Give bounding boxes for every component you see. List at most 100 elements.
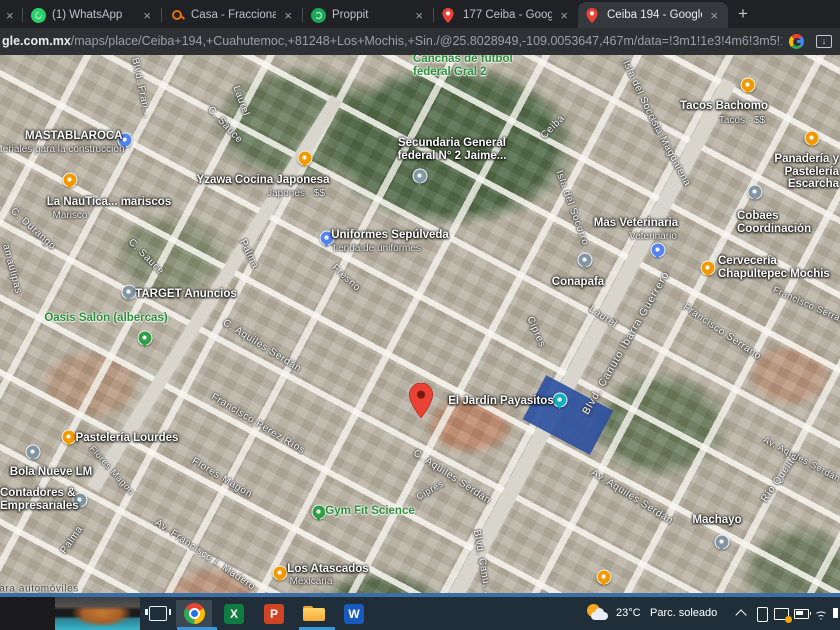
google-g-icon[interactable] (789, 34, 804, 49)
task-view-icon (149, 606, 167, 621)
word-icon: W (344, 604, 364, 624)
school-icon[interactable] (413, 169, 428, 184)
place-pin-icon[interactable] (578, 253, 593, 268)
weather-icon[interactable] (585, 603, 611, 624)
street-label: Fresno (329, 262, 362, 293)
poi-sub-veterinaria: Veterinario (629, 231, 677, 242)
poi-label-atascados[interactable]: Los Atascados (287, 563, 368, 576)
restaurant-pin-icon[interactable] (741, 78, 756, 93)
close-tab-icon[interactable]: × (413, 8, 425, 23)
street-label: Av. Francisco I. Madero (153, 517, 257, 592)
wifi-icon[interactable] (813, 608, 829, 620)
screen-notification-icon[interactable] (774, 608, 789, 620)
google-maps-pin-icon (586, 8, 601, 23)
close-tab-icon[interactable]: × (558, 8, 570, 23)
close-tab-icon[interactable]: × (282, 8, 294, 23)
poi-label-jardin[interactable]: El Jardín Payasitos (448, 395, 553, 408)
street-label: Ceiba (539, 113, 567, 141)
close-tab-icon[interactable]: × (708, 8, 720, 23)
poi-label-contadores[interactable]: Contadores & Empresariales (0, 487, 79, 512)
task-view-button[interactable] (140, 600, 176, 627)
poi-label-oasis[interactable]: Oasis Salón (albercas) (44, 312, 167, 325)
cloud-icon (591, 612, 608, 620)
tab-ceiba-194-active[interactable]: Ceiba 194 - Google M × (578, 2, 728, 28)
desktop-wallpaper-corner (0, 597, 140, 630)
file-explorer-taskbar-button[interactable] (296, 600, 332, 627)
poi-label-machayo[interactable]: Machayo (692, 514, 741, 527)
tab-proppit[interactable]: Proppit × (303, 2, 433, 28)
island-wallpaper-image (55, 597, 140, 630)
poi-label-cerveceria[interactable]: Cervecería Chapultepec Mochis (718, 255, 830, 280)
poi-label-conapafa[interactable]: Conapafa (552, 276, 604, 289)
poi-label-lourdes[interactable]: Pastelería Lourdes (76, 432, 179, 445)
excel-taskbar-button[interactable]: X (216, 600, 252, 627)
destination-pin-icon[interactable] (409, 383, 433, 418)
street-label: Flores Magón (190, 456, 254, 501)
tab-177-ceiba[interactable]: 177 Ceiba - Google M × (434, 2, 578, 28)
place-pin-icon[interactable] (715, 535, 730, 550)
temperature-label[interactable]: 23°C (616, 607, 641, 630)
poi-label-target[interactable]: TARGET Anuncios (135, 288, 237, 301)
battery-icon[interactable] (794, 609, 809, 619)
poi-label-veterinaria[interactable]: Mas Veterinaria (594, 217, 678, 230)
leisure-pin-icon[interactable] (138, 331, 153, 346)
tab-partial[interactable]: × (0, 2, 22, 28)
url-text[interactable]: gle.com.mx/maps/place/Ceiba+194,+Cuahute… (2, 34, 782, 48)
whatsapp-icon (31, 8, 46, 23)
poi-label-yzawa[interactable]: Yzawa Cocina Japonesa (197, 174, 330, 187)
street-label: Río Quelite (759, 452, 800, 505)
tab-whatsapp[interactable]: (1) WhatsApp × (23, 2, 161, 28)
install-app-icon[interactable]: ↓ (816, 35, 832, 48)
place-pin-icon[interactable] (26, 445, 41, 460)
address-bar[interactable]: gle.com.mx/maps/place/Ceiba+194,+Cuahute… (0, 28, 840, 55)
street-label: Laurel (230, 84, 251, 117)
proppit-icon (311, 8, 326, 23)
folder-icon (303, 606, 325, 622)
poi-label-panaderia[interactable]: Panadería y Pastelería Escarcha (731, 153, 839, 191)
google-maps-pin-icon (442, 8, 457, 23)
new-tab-button[interactable]: + (728, 4, 758, 28)
poi-sub-nautica: Marisco (52, 210, 87, 221)
street-label: Francisco Serrano (681, 302, 763, 363)
tab-casa-fraccionamiento[interactable]: Casa - Fraccionamient × (162, 2, 302, 28)
poi-sub-uniformes: tienda de uniformes (333, 243, 421, 254)
restaurant-pin-icon[interactable] (597, 570, 612, 585)
entertainment-pin-icon[interactable] (553, 393, 568, 408)
weather-label[interactable]: Parc. soleado (650, 607, 717, 630)
volume-icon[interactable] (833, 608, 838, 618)
poi-label-nautica[interactable]: La NauTica... mariscos (47, 196, 171, 209)
screen: × (1) WhatsApp × Casa - Fraccionamient ×… (0, 0, 840, 630)
restaurant-pin-icon[interactable] (298, 151, 313, 166)
url-domain: gle.com.mx (2, 34, 71, 48)
windows-taskbar: X P W 23°C Parc. soleado (0, 597, 840, 630)
close-tab-icon[interactable]: × (4, 8, 16, 23)
poi-sub-yzawa: Japonés · $$ (267, 188, 325, 199)
poi-label-bola-nueve[interactable]: Bola Nueve LM (10, 466, 92, 479)
poi-label-tacos-bachomo[interactable]: Tacos Bachomo (680, 100, 768, 113)
powerpoint-taskbar-button[interactable]: P (256, 600, 292, 627)
satellite-map[interactable]: Blvd. Fran... Laurel C. Sauce C. Sauce C… (0, 55, 840, 593)
poi-label-secundaria[interactable]: Secundaria General federal N° 2 Jaime... (398, 137, 507, 162)
restaurant-pin-icon[interactable] (62, 430, 77, 445)
street-label: Palma (59, 524, 86, 556)
gym-pin-icon[interactable] (312, 505, 327, 520)
close-tab-icon[interactable]: × (141, 8, 153, 23)
phone-icon[interactable] (757, 607, 768, 622)
chrome-taskbar-button[interactable] (176, 600, 212, 627)
street-label: Francisco Pérez Ríos (209, 392, 307, 457)
street-label: C. Durango (8, 206, 58, 252)
restaurant-pin-icon[interactable] (273, 566, 288, 581)
poi-label-gym[interactable]: Gym Fit Science (325, 505, 414, 518)
word-taskbar-button[interactable]: W (336, 600, 372, 627)
street-label: Blvd. Fran... (129, 57, 153, 120)
restaurant-pin-icon[interactable] (63, 173, 78, 188)
street-label: Cipres (415, 478, 446, 501)
poi-label-mastablaroca[interactable]: MASTABLAROCA (25, 130, 123, 143)
poi-label-cobaes[interactable]: Cobaes Coordinación (737, 210, 840, 235)
hidden-icons-chevron[interactable] (735, 609, 746, 620)
bar-pin-icon[interactable] (701, 261, 716, 276)
restaurant-pin-icon[interactable] (805, 131, 820, 146)
shopping-pin-icon[interactable] (651, 243, 666, 258)
poi-label-uniformes[interactable]: Uniformes Sepúlveda (331, 229, 449, 242)
poi-label-canchas[interactable]: Canchas de fútbol federal Gral 2 (413, 55, 513, 78)
